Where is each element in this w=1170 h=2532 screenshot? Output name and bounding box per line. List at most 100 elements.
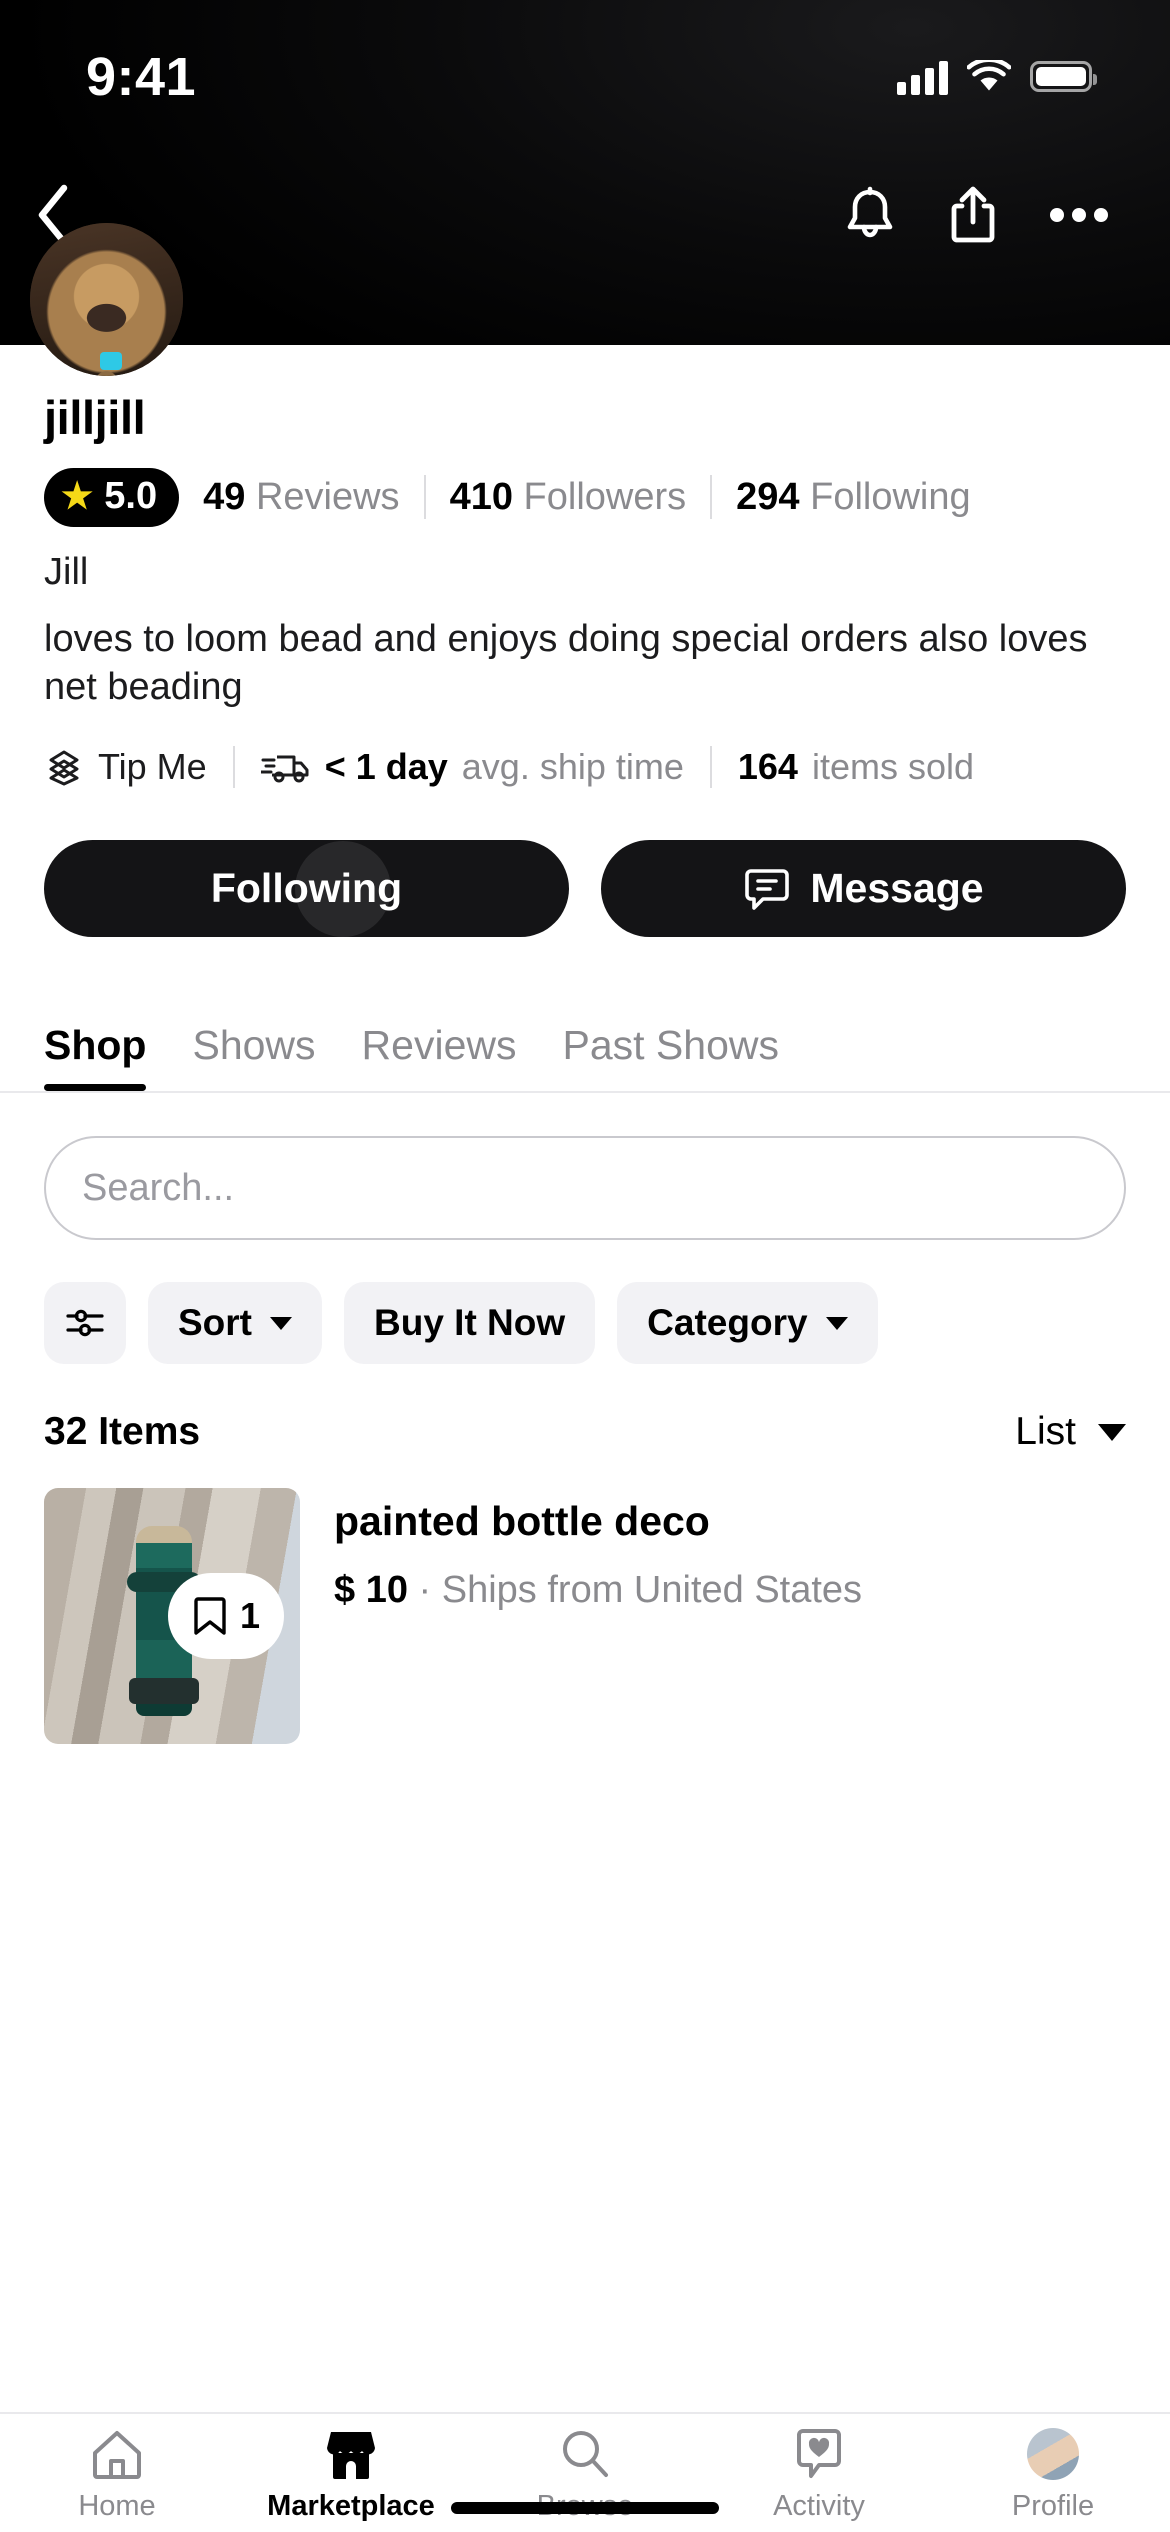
search-placeholder: Search... xyxy=(82,1166,235,1209)
search-input[interactable]: Search... xyxy=(44,1136,1126,1240)
shipping-truck-icon xyxy=(260,755,309,783)
tip-me-action[interactable]: Tip Me xyxy=(44,746,207,788)
profile-action-buttons: Following Message xyxy=(44,840,1126,937)
listing-header: 32 Items List xyxy=(44,1410,1126,1454)
items-sold-count: 164 xyxy=(737,746,798,787)
divider xyxy=(232,746,235,788)
sliders-filter-icon xyxy=(66,1309,104,1337)
nav-item-home[interactable]: Home xyxy=(0,2428,234,2523)
stat-followers[interactable]: 410 Followers xyxy=(450,476,687,519)
tip-cash-icon xyxy=(49,750,79,786)
rating-badge[interactable]: ★ 5.0 xyxy=(44,467,180,527)
view-mode-toggle[interactable]: List xyxy=(1015,1410,1126,1454)
stat-following[interactable]: 294 Following xyxy=(736,476,971,519)
ship-time-info: < 1 day avg. ship time xyxy=(260,746,684,788)
filter-chips-row: Sort Buy It Now Category xyxy=(44,1282,1170,1364)
heart-bubble-icon xyxy=(797,2429,841,2478)
storefront-icon xyxy=(327,2432,375,2479)
sort-chip-label: Sort xyxy=(178,1302,252,1343)
nav-label-activity: Activity xyxy=(773,2490,865,2522)
rating-value: 5.0 xyxy=(104,474,158,517)
nav-item-marketplace[interactable]: Marketplace xyxy=(234,2428,468,2523)
category-chip[interactable]: Category xyxy=(617,1282,878,1364)
nav-item-activity[interactable]: Activity xyxy=(702,2428,936,2523)
stat-reviews[interactable]: 49 Reviews xyxy=(203,476,399,519)
divider xyxy=(710,475,713,519)
chevron-down-icon xyxy=(1098,1423,1126,1441)
wifi-icon xyxy=(967,59,1011,90)
items-count: 32 Items xyxy=(44,1410,201,1453)
list-item[interactable]: 1 painted bottle deco $ 10 · Ships from … xyxy=(44,1488,1126,1744)
buy-it-now-chip[interactable]: Buy It Now xyxy=(344,1282,596,1364)
tab-past-shows[interactable]: Past Shows xyxy=(562,1022,779,1091)
bookmark-icon xyxy=(194,1597,226,1635)
reviews-label: Reviews xyxy=(255,475,400,518)
profile-avatar-icon xyxy=(1027,2428,1079,2480)
display-name: Jill xyxy=(44,551,89,593)
content-fade xyxy=(0,2402,1170,2412)
buy-it-now-chip-label: Buy It Now xyxy=(374,1302,566,1343)
followers-label: Followers xyxy=(523,475,687,518)
divider xyxy=(423,475,426,519)
search-magnifier-icon xyxy=(563,2431,608,2477)
items-sold-info: 164 items sold xyxy=(738,746,974,788)
message-button[interactable]: Message xyxy=(601,840,1126,937)
profile-avatar[interactable] xyxy=(30,223,183,376)
category-chip-label: Category xyxy=(647,1302,808,1343)
cellular-bars-icon xyxy=(897,59,948,95)
separator-dot: · xyxy=(418,1569,432,1611)
more-dots-icon[interactable] xyxy=(1050,206,1108,224)
profile-meta-row: Tip Me < 1 day avg. ship time 164 items … xyxy=(44,739,1170,795)
sort-chip[interactable]: Sort xyxy=(148,1282,322,1364)
followers-count: 410 xyxy=(449,475,513,518)
tab-shop[interactable]: Shop xyxy=(44,1022,147,1091)
profile-details: jilljill ★ 5.0 49 Reviews 410 Followers … xyxy=(0,345,1170,1744)
product-shipping: Ships from United States xyxy=(441,1569,863,1611)
bell-icon[interactable] xyxy=(844,186,896,244)
following-button[interactable]: Following xyxy=(44,840,569,937)
painted-green-bottle-photo[interactable]: 1 xyxy=(44,1488,300,1744)
filter-button[interactable] xyxy=(44,1282,126,1364)
nav-label-marketplace: Marketplace xyxy=(267,2490,435,2522)
nav-item-profile[interactable]: Profile xyxy=(936,2428,1170,2523)
profile-bio: loves to loom bead and enjoys doing spec… xyxy=(44,618,1088,708)
ship-time-label: avg. ship time xyxy=(461,746,684,787)
ship-time-value: < 1 day xyxy=(324,746,448,787)
product-subtitle: $ 10 · Ships from United States xyxy=(334,1569,862,1612)
product-info: painted bottle deco $ 10 · Ships from Un… xyxy=(334,1488,862,1744)
message-button-label: Message xyxy=(810,865,984,911)
home-icon xyxy=(93,2431,141,2479)
profile-tabs: Shop Shows Reviews Past Shows xyxy=(44,999,1170,1091)
bottom-navigation-bar: Home Marketplace Browse xyxy=(0,2412,1170,2532)
tabs-divider xyxy=(0,1091,1170,1093)
chat-bubble-icon xyxy=(745,868,790,910)
divider xyxy=(709,746,712,788)
chevron-down-icon xyxy=(270,1316,292,1330)
star-icon: ★ xyxy=(61,475,94,516)
tab-reviews[interactable]: Reviews xyxy=(362,1022,517,1091)
following-button-label: Following xyxy=(210,865,403,911)
profile-avatar-dog-photo xyxy=(30,223,183,376)
page-title: jilljill xyxy=(44,391,146,444)
status-bar-time: 9:41 xyxy=(86,46,197,107)
tip-me-label: Tip Me xyxy=(98,746,207,787)
battery-full-icon xyxy=(1030,61,1097,92)
share-icon[interactable] xyxy=(948,184,998,246)
following-count: 294 xyxy=(736,475,800,518)
save-count: 1 xyxy=(239,1595,261,1636)
tab-shows[interactable]: Shows xyxy=(192,1022,315,1091)
nav-label-profile: Profile xyxy=(1011,2490,1095,2522)
status-bar-icons xyxy=(897,59,1097,95)
status-bar: 9:41 xyxy=(0,0,1170,125)
profile-stats-row: ★ 5.0 49 Reviews 410 Followers 294 Follo… xyxy=(44,467,1170,527)
view-mode-label: List xyxy=(1015,1410,1076,1453)
home-indicator xyxy=(451,2502,719,2514)
reviews-count: 49 xyxy=(203,475,246,518)
product-title: painted bottle deco xyxy=(334,1498,710,1544)
save-count-badge[interactable]: 1 xyxy=(168,1573,284,1659)
app-screen: 9:41 jilljill ★ 5.0 49 Reviews 410 Follo… xyxy=(0,0,1170,2532)
chevron-down-icon xyxy=(825,1316,848,1330)
following-label: Following xyxy=(810,475,971,518)
nav-label-home: Home xyxy=(78,2490,156,2522)
product-price: $ 10 xyxy=(334,1569,408,1611)
